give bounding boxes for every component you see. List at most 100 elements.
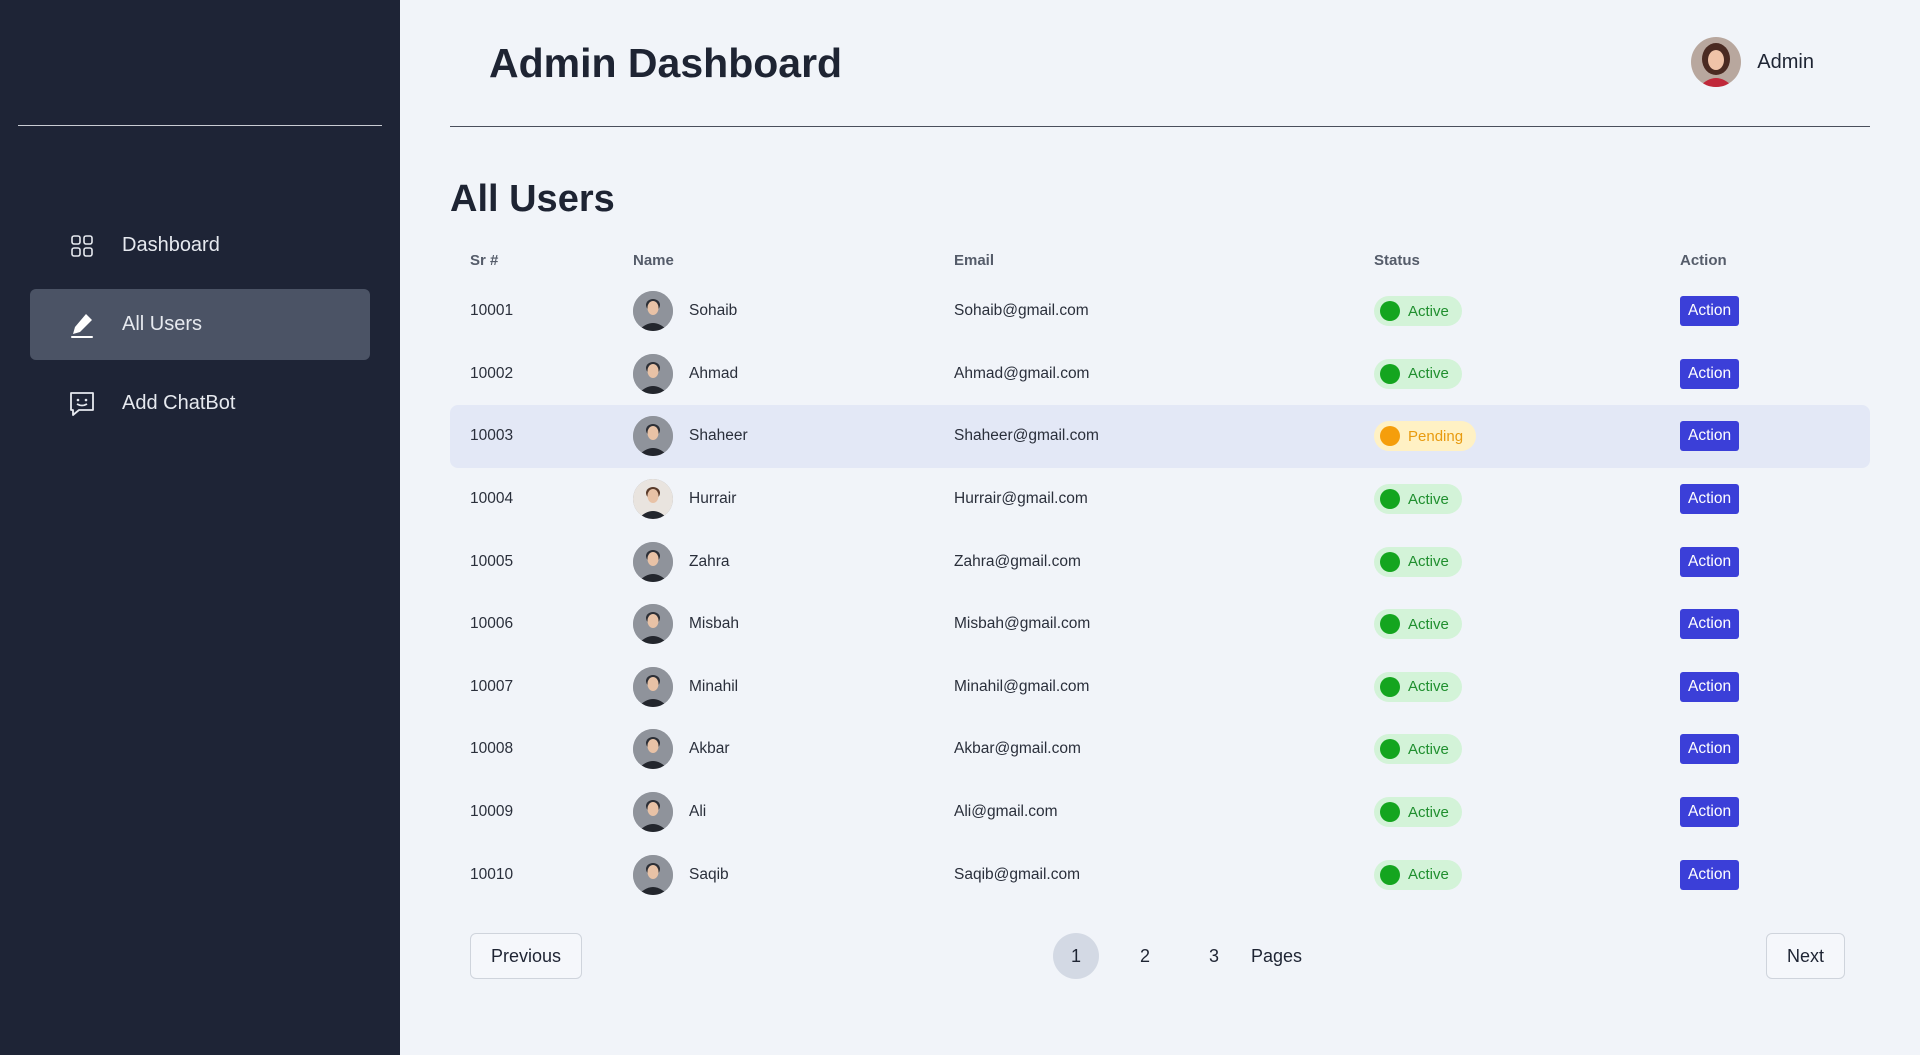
- cell-name: Minahil: [633, 666, 739, 707]
- table-row: 10003 Shaheer Shaheer@gmail.com Pending Acti…: [450, 405, 1870, 468]
- cell-status: Active: [1374, 546, 1462, 577]
- sidebar-item-all-users[interactable]: All Users: [30, 289, 370, 360]
- table-row: 10009 Ali Ali@gmail.com Active Action: [450, 781, 1870, 844]
- sidebar-item-label: Add ChatBot: [122, 392, 236, 414]
- sidebar-divider: [18, 125, 382, 126]
- status-badge: Active: [1374, 797, 1462, 828]
- page-3-button[interactable]: 3: [1191, 933, 1237, 979]
- cell-name: Shaheer: [633, 416, 748, 457]
- cell-email: Ahmad@gmail.com: [954, 364, 1090, 382]
- cell-sr: 10004: [470, 490, 514, 508]
- sidebar-item-dashboard[interactable]: Dashboard: [30, 210, 370, 281]
- avatar: [633, 479, 673, 520]
- action-button[interactable]: Action: [1680, 609, 1740, 640]
- avatar: [633, 604, 673, 645]
- status-label: Active: [1408, 678, 1449, 696]
- user-name: Akbar: [689, 740, 730, 758]
- avatar: [633, 729, 673, 770]
- action-button[interactable]: Action: [1680, 734, 1740, 765]
- pages-label: Pages: [1251, 945, 1303, 966]
- user-name: Sohaib: [689, 302, 738, 320]
- status-badge: Pending: [1374, 421, 1477, 452]
- cell-email: Ali@gmail.com: [954, 803, 1058, 821]
- status-dot-icon: [1380, 676, 1400, 697]
- user-name: Minahil: [689, 677, 739, 695]
- user-name: Hurrair: [689, 490, 737, 508]
- sidebar-item-add-chatbot[interactable]: Add ChatBot: [30, 368, 370, 439]
- previous-button[interactable]: Previous: [470, 933, 583, 979]
- cell-name: Hurrair: [633, 479, 737, 520]
- status-dot-icon: [1380, 551, 1400, 572]
- status-label: Active: [1408, 302, 1449, 320]
- users-table: Sr # Name Email Status Action 10001 Sohai…: [450, 240, 1870, 906]
- page-2-button[interactable]: 2: [1122, 933, 1168, 979]
- section-title: All Users: [450, 178, 615, 220]
- cell-status: Active: [1374, 484, 1462, 515]
- sidebar-item-label: Dashboard: [122, 234, 220, 256]
- status-label: Pending: [1408, 427, 1464, 445]
- action-button[interactable]: Action: [1680, 296, 1740, 327]
- action-button[interactable]: Action: [1680, 484, 1740, 515]
- cell-action: Action: [1680, 797, 1740, 828]
- table-row: 10007 Minahil Minahil@gmail.com Active Actio…: [450, 656, 1870, 719]
- cell-email: Saqib@gmail.com: [954, 865, 1081, 883]
- action-button[interactable]: Action: [1680, 546, 1740, 577]
- table-row: 10008 Akbar Akbar@gmail.com Active Action: [450, 718, 1870, 781]
- status-dot-icon: [1380, 802, 1400, 823]
- avatar: [1691, 37, 1742, 87]
- cell-email: Akbar@gmail.com: [954, 740, 1081, 758]
- table-body: 10001 Sohaib Sohaib@gmail.com Active Action 1…: [450, 280, 1870, 906]
- action-button[interactable]: Action: [1680, 859, 1740, 890]
- status-dot-icon: [1380, 301, 1400, 322]
- cell-status: Active: [1374, 296, 1462, 327]
- cell-name: Akbar: [633, 729, 730, 770]
- action-button[interactable]: Action: [1680, 797, 1740, 828]
- status-badge: Active: [1374, 609, 1462, 640]
- status-label: Active: [1408, 615, 1449, 633]
- cell-sr: 10009: [470, 803, 514, 821]
- cell-status: Active: [1374, 734, 1462, 765]
- status-label: Active: [1408, 803, 1449, 821]
- table-row: 10010 Saqib Saqib@gmail.com Active Action: [450, 843, 1870, 906]
- cell-sr: 10002: [470, 364, 514, 382]
- status-label: Active: [1408, 553, 1449, 571]
- table-row: 10002 Ahmad Ahmad@gmail.com Active Action: [450, 343, 1870, 406]
- user-profile[interactable]: Admin: [1691, 37, 1814, 87]
- cell-sr: 10005: [470, 552, 514, 570]
- cell-status: Pending: [1374, 421, 1477, 452]
- table-row: 10001 Sohaib Sohaib@gmail.com Active Action: [450, 280, 1870, 343]
- cell-email: Hurrair@gmail.com: [954, 490, 1088, 508]
- cell-email: Misbah@gmail.com: [954, 615, 1091, 633]
- action-button[interactable]: Action: [1680, 421, 1740, 452]
- user-name: Admin: [1757, 50, 1814, 73]
- cell-sr: 10010: [470, 865, 514, 883]
- action-button[interactable]: Action: [1680, 358, 1740, 389]
- header-divider: [450, 126, 1870, 127]
- avatar: [633, 353, 673, 394]
- column-header-action: Action: [1680, 252, 1727, 269]
- cell-status: Active: [1374, 671, 1462, 702]
- user-name: Misbah: [689, 615, 739, 633]
- page-numbers: 1 2 3 Pages: [1053, 933, 1302, 979]
- status-dot-icon: [1380, 489, 1400, 510]
- cell-sr: 10007: [470, 677, 514, 695]
- next-button[interactable]: Next: [1765, 933, 1845, 979]
- action-button[interactable]: Action: [1680, 671, 1740, 702]
- cell-action: Action: [1680, 421, 1740, 452]
- user-name: Zahra: [689, 552, 730, 570]
- cell-sr: 10003: [470, 427, 514, 445]
- cell-sr: 10008: [470, 740, 514, 758]
- avatar: [633, 854, 673, 895]
- cell-name: Zahra: [633, 541, 730, 582]
- avatar: [633, 291, 673, 332]
- page-1-button[interactable]: 1: [1053, 933, 1099, 979]
- cell-action: Action: [1680, 296, 1740, 327]
- table-row: 10006 Misbah Misbah@gmail.com Active Action: [450, 593, 1870, 656]
- cell-name: Ahmad: [633, 353, 738, 394]
- cell-status: Active: [1374, 797, 1462, 828]
- cell-action: Action: [1680, 546, 1740, 577]
- cell-email: Zahra@gmail.com: [954, 552, 1081, 570]
- cell-status: Active: [1374, 609, 1462, 640]
- avatar: [633, 666, 673, 707]
- status-label: Active: [1408, 365, 1449, 383]
